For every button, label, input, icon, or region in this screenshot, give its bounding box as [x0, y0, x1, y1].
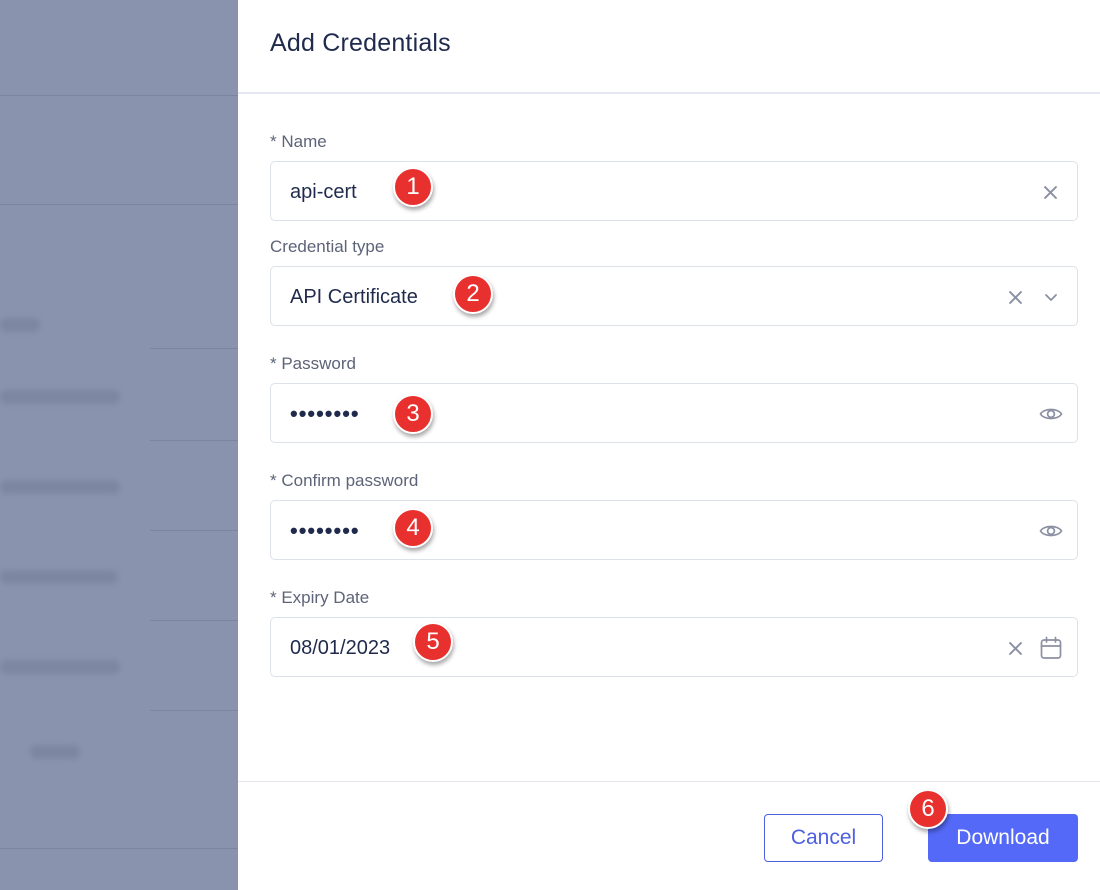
callout-marker-4: 4: [393, 508, 433, 548]
cancel-button[interactable]: Cancel: [764, 814, 883, 862]
divider: [150, 348, 238, 349]
name-label: * Name: [270, 132, 327, 151]
download-button[interactable]: Download: [928, 814, 1078, 862]
divider: [0, 95, 238, 96]
callout-marker-1: 1: [393, 167, 433, 207]
divider: [150, 620, 238, 621]
divider: [150, 530, 238, 531]
close-icon[interactable]: [1005, 287, 1025, 307]
eye-icon[interactable]: [1039, 402, 1063, 426]
eye-icon[interactable]: [1039, 519, 1063, 543]
blurred-text: [0, 660, 120, 674]
add-credentials-drawer: Add Credentials * Name api-cert 1 Creden…: [238, 0, 1100, 890]
password-input[interactable]: ••••••••: [270, 383, 1078, 443]
password-label: * Password: [270, 354, 356, 373]
drawer-footer: Cancel Download 6: [238, 781, 1100, 890]
name-value[interactable]: api-cert: [290, 162, 357, 222]
callout-marker-2: 2: [453, 274, 493, 314]
blurred-text: [0, 570, 118, 584]
drawer-header: Add Credentials: [238, 0, 1100, 94]
blurred-text: [0, 480, 120, 494]
chevron-down-icon[interactable]: [1041, 287, 1061, 307]
divider: [0, 204, 238, 205]
confirm-password-input[interactable]: ••••••••: [270, 500, 1078, 560]
divider: [0, 848, 238, 849]
calendar-icon[interactable]: [1039, 635, 1063, 661]
divider: [150, 710, 238, 711]
password-value[interactable]: ••••••••: [290, 384, 360, 444]
drawer-title: Add Credentials: [270, 28, 451, 57]
expiry-date-value[interactable]: 08/01/2023: [290, 618, 390, 678]
page-overlay[interactable]: [0, 0, 238, 890]
callout-marker-5: 5: [413, 622, 453, 662]
name-input[interactable]: api-cert: [270, 161, 1078, 221]
close-icon[interactable]: [1005, 638, 1025, 658]
blurred-text: [30, 745, 80, 759]
expiry-date-label: * Expiry Date: [270, 588, 370, 607]
blurred-text: [0, 318, 40, 332]
expiry-date-picker[interactable]: 08/01/2023: [270, 617, 1078, 677]
callout-marker-3: 3: [393, 394, 433, 434]
callout-marker-6: 6: [908, 789, 948, 829]
blurred-text: [0, 390, 120, 404]
divider: [150, 440, 238, 441]
credential-type-value[interactable]: API Certificate: [290, 267, 418, 327]
credential-type-select[interactable]: API Certificate: [270, 266, 1078, 326]
close-icon[interactable]: [1040, 182, 1060, 202]
confirm-password-value[interactable]: ••••••••: [290, 501, 360, 561]
confirm-password-label: * Confirm password: [270, 471, 419, 490]
credential-type-label: Credential type: [270, 237, 385, 256]
